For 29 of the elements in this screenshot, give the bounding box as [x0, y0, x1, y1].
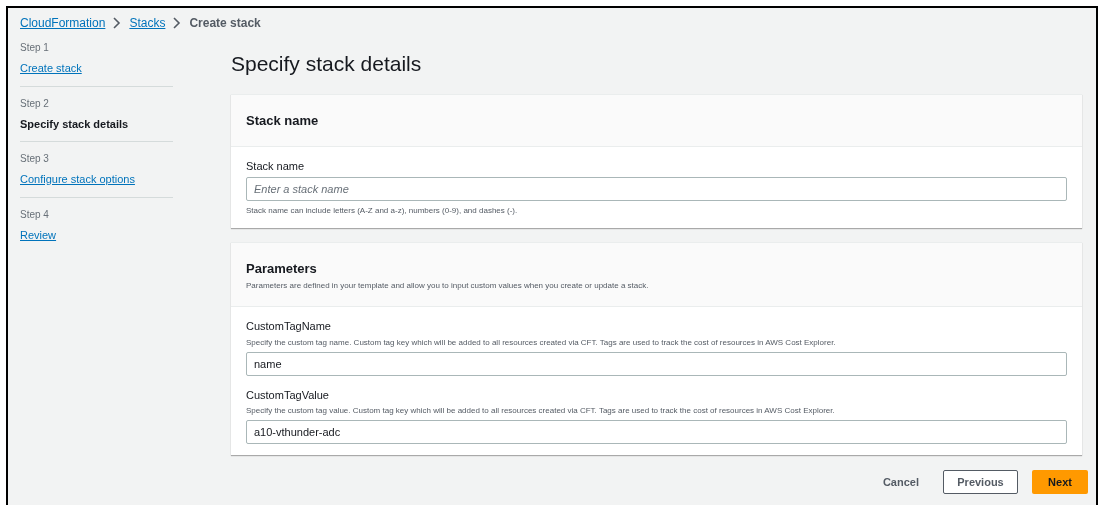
step-number: Step 1: [20, 41, 50, 55]
previous-button[interactable]: Previous: [943, 470, 1018, 494]
step-link[interactable]: Create stack: [20, 60, 173, 77]
step-number: Step 4: [20, 207, 50, 222]
next-button[interactable]: Next: [1032, 470, 1088, 494]
field-description: Specify the custom tag name. Custom tag key which will be added to all resources created via CFT. Tags are used to track the cost of resources in AWS Cost Explorer.: [246, 336, 837, 349]
field-label: CustomTagValue: [246, 387, 330, 403]
step-link[interactable]: Configure stack options: [20, 171, 173, 188]
field-description: Specify the custom tag value. Custom tag key which will be added to all resources created via CFT. Tags are used to track the cost of resources in AWS Cost Explorer.: [246, 405, 836, 417]
text-field[interactable]: name: [246, 351, 1067, 376]
section-heading: Stack name: [246, 111, 320, 130]
text-field[interactable]: a10-vthunder-adc: [246, 420, 1067, 444]
section-heading: Parameters: [246, 259, 318, 278]
page-title: Specify stack details: [231, 51, 423, 77]
step-number: Step 2: [20, 96, 50, 111]
breadcrumb-link[interactable]: Stacks: [129, 14, 166, 32]
breadcrumb-link[interactable]: CloudFormation: [20, 14, 106, 32]
field-label: CustomTagName: [246, 319, 332, 334]
current-step: Specify stack details: [20, 115, 173, 132]
cancel-button[interactable]: Cancel: [872, 470, 929, 494]
field-hint: Stack name can include letters (A-Z and a-z), numbers (0-9), and dashes (-).: [246, 204, 519, 217]
field-label: Stack name: [246, 159, 306, 174]
step-link[interactable]: Review: [20, 226, 173, 243]
step-number: Step 3: [20, 152, 50, 166]
chevron-right-icon: [113, 17, 122, 29]
breadcrumb-current: Create stack: [189, 15, 261, 32]
section-description: Parameters are defined in your template and allow you to input custom values when you create or update a stack.: [246, 280, 650, 292]
text-field[interactable]: Enter a stack name: [246, 176, 1067, 201]
chevron-right-icon: [173, 17, 182, 29]
